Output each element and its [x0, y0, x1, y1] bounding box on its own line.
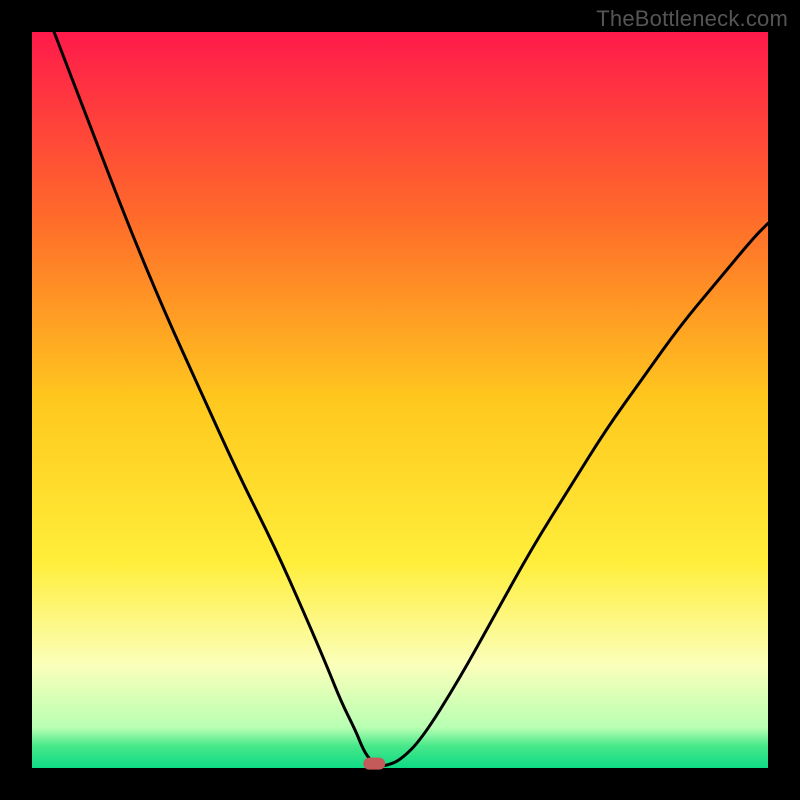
gradient-background — [32, 32, 768, 768]
bottleneck-chart — [0, 0, 800, 800]
watermark-text: TheBottleneck.com — [596, 6, 788, 32]
optimum-marker — [363, 758, 385, 770]
chart-frame: TheBottleneck.com — [0, 0, 800, 800]
